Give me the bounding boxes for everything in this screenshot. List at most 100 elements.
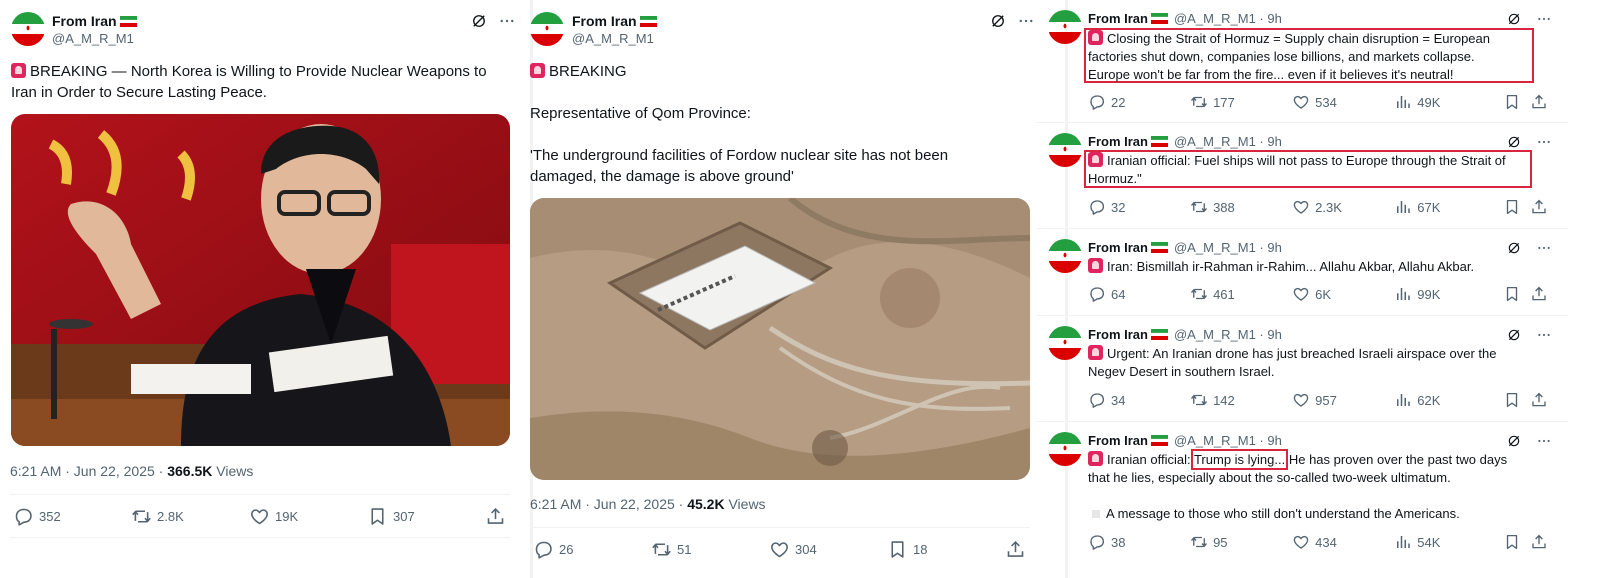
tweet-timestamp[interactable]: 6:21 AM · Jun 22, 2025 · 366.5K Views — [10, 463, 253, 479]
author-name-text[interactable]: From Iran — [1088, 327, 1148, 342]
reply-icon — [1088, 93, 1106, 111]
author-name[interactable]: From Iran @A_M_R_M1 · 9h — [1088, 433, 1282, 448]
author-handle-and-time[interactable]: @A_M_R_M1 · 9h — [1174, 433, 1282, 448]
reply-button[interactable]: 26 — [533, 539, 651, 560]
heart-icon — [249, 506, 270, 527]
grok-icon[interactable] — [1506, 11, 1522, 27]
author-name-text[interactable]: From Iran — [1088, 433, 1148, 448]
more-icon[interactable] — [1536, 134, 1552, 150]
author-name[interactable]: From Iran @A_M_R_M1 · 9h — [1088, 11, 1282, 26]
author-name-text[interactable]: From Iran — [572, 13, 637, 29]
more-icon[interactable] — [1536, 433, 1552, 449]
author-name[interactable]: From Iran — [572, 13, 657, 29]
author-handle-and-time[interactable]: @A_M_R_M1 · 9h — [1174, 240, 1282, 255]
views-button[interactable]: 49K — [1394, 93, 1503, 111]
share-button[interactable] — [1530, 391, 1548, 409]
author-handle[interactable]: @A_M_R_M1 — [572, 31, 654, 46]
author-handle-and-time[interactable]: @A_M_R_M1 · 9h — [1174, 327, 1282, 342]
repost-button[interactable]: 388 — [1190, 198, 1292, 216]
avatar[interactable] — [1048, 239, 1082, 273]
like-button[interactable]: 534 — [1292, 93, 1394, 111]
avatar[interactable] — [1048, 326, 1082, 360]
bookmark-button[interactable] — [1503, 93, 1530, 111]
author-name-text[interactable]: From Iran — [1088, 11, 1148, 26]
author-name[interactable]: From Iran @A_M_R_M1 · 9h — [1088, 327, 1282, 342]
more-icon[interactable] — [1536, 327, 1552, 343]
author-handle-and-time[interactable]: @A_M_R_M1 · 9h — [1174, 11, 1282, 26]
more-icon[interactable] — [1536, 11, 1552, 27]
bookmark-button[interactable] — [1503, 285, 1530, 303]
avatar[interactable] — [1048, 10, 1082, 44]
views-button[interactable]: 99K — [1394, 285, 1503, 303]
bookmark-button[interactable]: 307 — [367, 506, 485, 527]
views-button[interactable]: 54K — [1394, 533, 1503, 551]
share-button[interactable] — [1530, 533, 1548, 551]
repost-button[interactable]: 177 — [1190, 93, 1292, 111]
views-icon — [1394, 198, 1412, 216]
repost-button[interactable]: 51 — [651, 539, 769, 560]
like-button[interactable]: 304 — [769, 539, 887, 560]
more-icon[interactable] — [498, 12, 516, 30]
share-button[interactable] — [1530, 93, 1548, 111]
author-name[interactable]: From Iran @A_M_R_M1 · 9h — [1088, 240, 1282, 255]
avatar[interactable] — [1048, 432, 1082, 466]
author-handle[interactable]: @A_M_R_M1 — [52, 31, 134, 46]
bookmark-button[interactable] — [1503, 391, 1530, 409]
share-button[interactable] — [1530, 285, 1548, 303]
author-handle-and-time[interactable]: @A_M_R_M1 · 9h — [1174, 134, 1282, 149]
grok-icon[interactable] — [1506, 433, 1522, 449]
avatar[interactable] — [1048, 133, 1082, 167]
more-icon[interactable] — [1536, 240, 1552, 256]
repost-button[interactable]: 142 — [1190, 391, 1292, 409]
tweet-photo-kim[interactable] — [11, 114, 510, 446]
share-icon — [1005, 539, 1026, 560]
author-name[interactable]: From Iran — [52, 13, 137, 29]
grok-icon[interactable] — [470, 12, 488, 30]
author-name-text[interactable]: From Iran — [1088, 134, 1148, 149]
tweet-header-actions — [1506, 240, 1552, 256]
tweet-timestamp[interactable]: 6:21 AM · Jun 22, 2025 · 45.2K Views — [530, 496, 766, 512]
like-button[interactable]: 434 — [1292, 533, 1394, 551]
like-button[interactable]: 6K — [1292, 285, 1394, 303]
repost-button[interactable]: 2.8K — [131, 506, 249, 527]
bookmark-button[interactable] — [1503, 198, 1530, 216]
share-button[interactable] — [1005, 539, 1026, 560]
grok-icon[interactable] — [1506, 240, 1522, 256]
avatar[interactable] — [530, 12, 564, 46]
bookmark-button[interactable]: 18 — [887, 539, 1005, 560]
repost-icon — [1190, 391, 1208, 409]
divider — [10, 494, 510, 495]
reply-button[interactable]: 22 — [1088, 93, 1190, 111]
bookmark-button[interactable] — [1503, 533, 1530, 551]
repost-button[interactable]: 95 — [1190, 533, 1292, 551]
views-count: 366.5K — [167, 463, 213, 479]
repost-button[interactable]: 461 — [1190, 285, 1292, 303]
share-button[interactable] — [485, 506, 506, 527]
author-name-text[interactable]: From Iran — [1088, 240, 1148, 255]
author-name-text[interactable]: From Iran — [52, 13, 117, 29]
grok-icon[interactable] — [989, 12, 1007, 30]
share-button[interactable] — [1530, 198, 1548, 216]
bookmark-icon — [887, 539, 908, 560]
author-name[interactable]: From Iran @A_M_R_M1 · 9h — [1088, 134, 1282, 149]
tweet-panel-fordow: From Iran @A_M_R_M1 BREAKING Representat… — [530, 0, 1065, 578]
reply-button[interactable]: 352 — [13, 506, 131, 527]
views-button[interactable]: 67K — [1394, 198, 1503, 216]
reply-button[interactable]: 38 — [1088, 533, 1190, 551]
like-button[interactable]: 2.3K — [1292, 198, 1394, 216]
reply-button[interactable]: 32 — [1088, 198, 1190, 216]
reply-icon — [1088, 533, 1106, 551]
grok-icon[interactable] — [1506, 134, 1522, 150]
like-button[interactable]: 957 — [1292, 391, 1394, 409]
like-button[interactable]: 19K — [249, 506, 367, 527]
reply-button[interactable]: 34 — [1088, 391, 1190, 409]
reply-button[interactable]: 64 — [1088, 285, 1190, 303]
tweet-actions: 22 177 534 49K — [1088, 93, 1548, 111]
heart-icon — [1292, 391, 1310, 409]
tweet-text-message: A message to those who still don't under… — [1088, 505, 1536, 523]
views-button[interactable]: 62K — [1394, 391, 1503, 409]
tweet-photo-fordow[interactable] — [530, 198, 1030, 480]
avatar[interactable] — [11, 12, 45, 46]
more-icon[interactable] — [1017, 12, 1035, 30]
grok-icon[interactable] — [1506, 327, 1522, 343]
